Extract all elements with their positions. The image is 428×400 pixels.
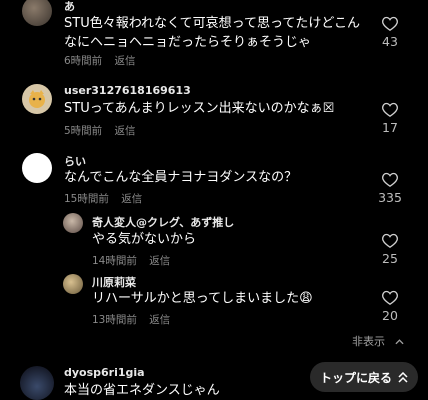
reply-item: 奇人変人@クレグ、あず推し やる気がないから 14時間前 返信 25	[0, 208, 428, 268]
double-chevron-up-icon	[398, 371, 408, 383]
avatar[interactable]	[63, 274, 83, 294]
like-button[interactable]: 335	[370, 172, 410, 205]
reply-button[interactable]: 返信	[149, 314, 170, 326]
reply-time: 13時間前	[92, 314, 137, 326]
heart-icon	[382, 172, 398, 187]
heart-icon	[382, 233, 398, 248]
heart-icon	[382, 290, 398, 305]
reply-text: リハーサルかと思ってしまいました😩	[92, 291, 313, 306]
reply-text: やる気がないから	[92, 232, 197, 247]
comment-item: らい なんでこんな全員ナヨナヨダンスなの？ 15時間前 返信 335	[0, 150, 428, 206]
reply-time: 14時間前	[92, 255, 137, 267]
comment-time: 5時間前	[64, 125, 103, 137]
avatar[interactable]	[22, 0, 52, 26]
avatar[interactable]	[22, 153, 52, 183]
heart-icon	[382, 16, 398, 31]
like-button[interactable]: 20	[370, 290, 410, 323]
avatar[interactable]	[22, 84, 52, 114]
reply-username[interactable]: 川原莉菜	[92, 274, 136, 290]
reply-username[interactable]: 奇人変人@クレグ、あず推し	[92, 214, 234, 230]
back-to-top-button[interactable]: トップに戻る	[310, 362, 418, 392]
reply-item: 川原莉菜 リハーサルかと思ってしまいました😩 13時間前 返信 20	[0, 268, 428, 330]
reply-button[interactable]: 返信	[121, 193, 142, 205]
avatar[interactable]	[20, 366, 54, 400]
comment-item: user3127618169613 STUってあんまりレッスン出来ないのかなぁ☒…	[0, 80, 428, 142]
reply-meta: 13時間前 返信	[92, 312, 179, 327]
reply-button[interactable]: 返信	[115, 125, 136, 137]
comment-meta: 6時間前 返信	[64, 53, 145, 68]
like-button[interactable]: 43	[370, 16, 410, 49]
comment-text: STUってあんまりレッスン出来ないのかなぁ☒	[64, 101, 335, 116]
comment-username[interactable]: らい	[64, 153, 86, 169]
like-count: 335	[378, 190, 402, 205]
comment-username[interactable]: user3127618169613	[64, 84, 191, 97]
like-count: 17	[382, 120, 398, 135]
heart-icon	[382, 102, 398, 117]
comment-text: なんでこんな全員ナヨナヨダンスなの？	[64, 170, 298, 185]
like-button[interactable]: 25	[370, 233, 410, 266]
chevron-up-icon	[394, 339, 404, 345]
reply-button[interactable]: 返信	[149, 255, 170, 267]
like-count: 25	[382, 251, 398, 266]
like-count: 43	[382, 34, 398, 49]
comment-username[interactable]: あ	[64, 0, 75, 14]
comment-time: 6時間前	[64, 55, 103, 67]
reply-button[interactable]: 返信	[115, 55, 136, 67]
avatar-illustration-icon	[29, 90, 45, 108]
comment-time: 15時間前	[64, 193, 109, 205]
comment-text: 本当の省エネダンスじゃん	[64, 383, 220, 398]
comment-item: あ STU色々報われなくて可哀想って思ってたけどこんなにヘニョヘニョだったらそり…	[0, 0, 428, 68]
like-button[interactable]: 17	[370, 102, 410, 135]
comment-text: STU色々報われなくて可哀想って思ってたけどこんなにヘニョヘニョだったらそりぁそ…	[64, 16, 360, 50]
hide-replies-label: 非表示	[352, 335, 385, 348]
reply-meta: 14時間前 返信	[92, 253, 179, 268]
hide-replies-button[interactable]: 非表示	[352, 333, 404, 349]
comment-meta: 15時間前 返信	[64, 191, 151, 206]
like-count: 20	[382, 308, 398, 323]
back-to-top-label: トップに戻る	[319, 370, 392, 385]
comment-meta: 5時間前 返信	[64, 123, 145, 138]
avatar[interactable]	[63, 213, 83, 233]
comment-username[interactable]: dyosp6ri1gia	[64, 366, 145, 379]
